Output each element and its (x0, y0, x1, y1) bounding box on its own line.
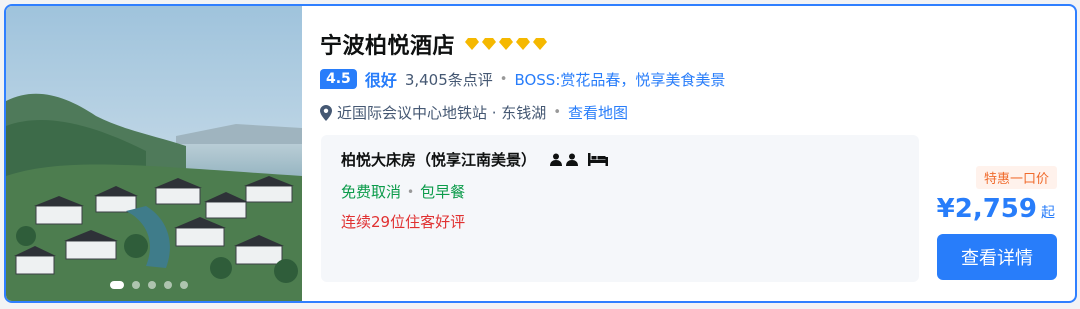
rating-row: 4.5 很好 3,405条点评 • BOSS:赏花品春，悦享美食美景 (320, 67, 725, 91)
gallery-dot[interactable] (110, 281, 124, 289)
person-icon (550, 153, 563, 166)
diamond-icon (499, 38, 514, 50)
separator-dot: • (407, 184, 415, 199)
gallery-dots (110, 281, 188, 289)
review-count[interactable]: 3,405条点评 (405, 69, 493, 90)
separator-dot: • (499, 71, 508, 87)
price-area: 特惠一口价 ¥2,759 起 查看详情 (915, 6, 1075, 301)
gallery-dot[interactable] (148, 281, 156, 289)
diamond-icon (482, 38, 497, 50)
diamond-rating (465, 38, 548, 50)
location-text: 近国际会议中心地铁站 · 东钱湖 (337, 104, 547, 122)
perk-breakfast: 包早餐 (420, 183, 466, 201)
room-name: 柏悦大床房（悦享江南美景） (341, 151, 537, 169)
diamond-icon (533, 38, 548, 50)
perk-free-cancel: 免费取消 (341, 183, 402, 201)
room-name-row: 柏悦大床房（悦享江南美景） (341, 149, 609, 170)
hotel-photo[interactable] (6, 6, 302, 301)
title-row: 宁波柏悦酒店 (320, 28, 548, 60)
location-pin-icon (320, 104, 332, 121)
diamond-icon (465, 38, 480, 50)
rating-word: 很好 (364, 71, 397, 90)
room-perks: 免费取消 • 包早餐 (341, 181, 465, 202)
diamond-icon (516, 38, 531, 50)
location-row: 近国际会议中心地铁站 · 东钱湖 • 查看地图 (320, 102, 628, 123)
deal-tag: 特惠一口价 (975, 166, 1057, 189)
person-icon (566, 153, 579, 166)
hotel-photo-image (6, 6, 302, 301)
gallery-dot[interactable] (132, 281, 140, 289)
boss-recommendation: BOSS:赏花品春，悦享美食美景 (514, 70, 726, 89)
hotel-card[interactable]: 宁波柏悦酒店 4.5 很好 3,405条点评 • BOSS:赏花品春，悦享美食美… (4, 4, 1077, 303)
hotel-name[interactable]: 宁波柏悦酒店 (320, 28, 455, 60)
price-row: ¥2,759 起 (937, 194, 1055, 224)
gallery-dot[interactable] (180, 281, 188, 289)
bed-icon (588, 153, 609, 166)
separator-dot: • (553, 105, 561, 120)
price-amount: ¥2,759 (936, 194, 1037, 224)
guest-highlight: 连续29位住客好评 (341, 213, 466, 231)
room-offer[interactable]: 柏悦大床房（悦享江南美景） 免费取消 • 包早餐 连续29位住客好评 (321, 135, 919, 282)
view-details-button[interactable]: 查看详情 (937, 234, 1057, 280)
gallery-dot[interactable] (164, 281, 172, 289)
room-icons (550, 153, 609, 166)
price-suffix: 起 (1041, 205, 1055, 221)
score-badge: 4.5 (320, 69, 357, 89)
view-map-link[interactable]: 查看地图 (568, 102, 628, 123)
